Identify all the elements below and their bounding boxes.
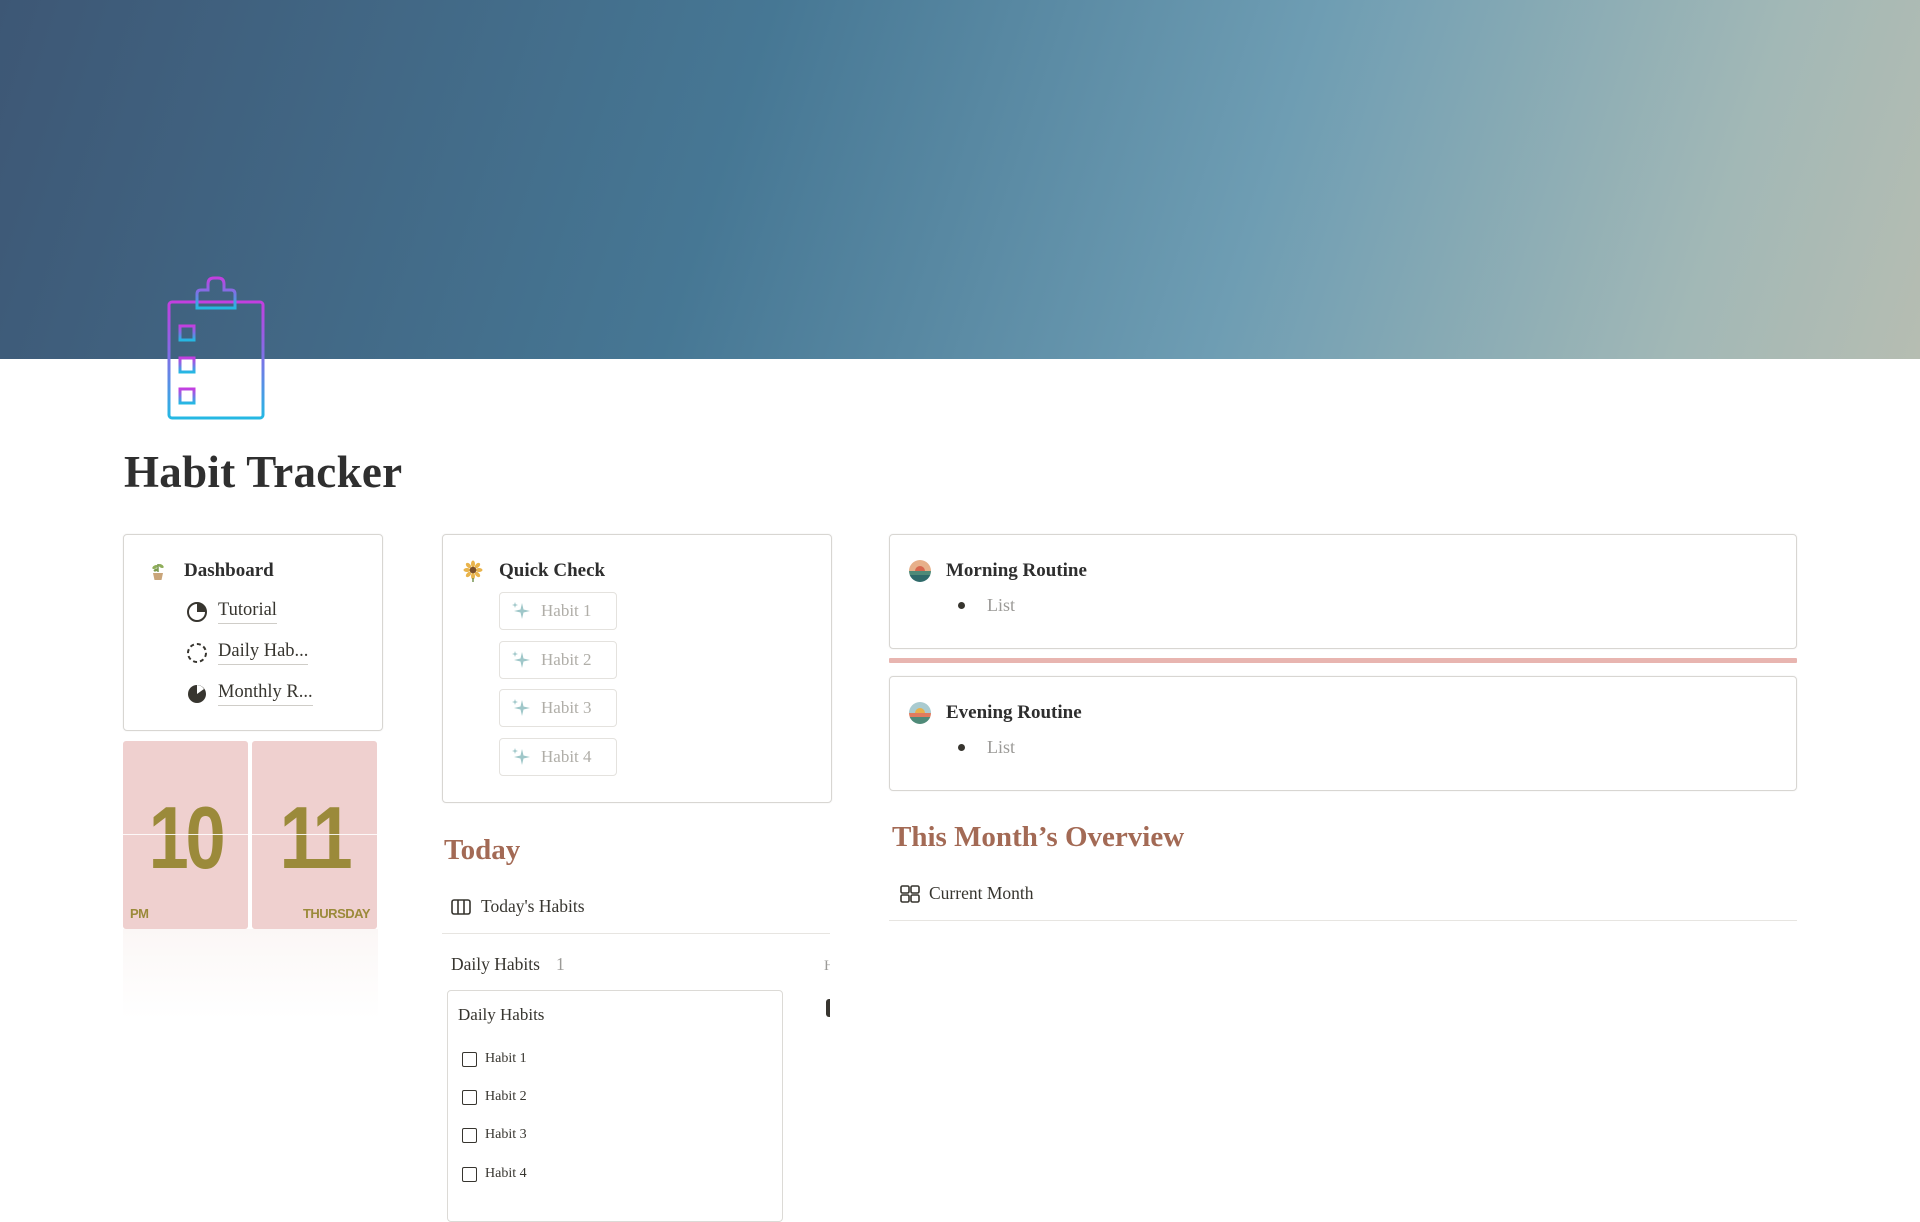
bullet-list-item[interactable]: List xyxy=(958,737,1015,758)
checkbox[interactable] xyxy=(462,1166,477,1182)
quick-check-button-habit-4[interactable]: Habit 4 xyxy=(499,738,617,776)
quick-check-button-label: Habit 1 xyxy=(541,601,592,620)
dashboard-link-daily-habits[interactable]: Daily Hab... xyxy=(186,632,313,673)
view-divider xyxy=(442,933,830,934)
dashboard-title: Dashboard xyxy=(184,560,274,581)
view-divider xyxy=(889,920,1797,921)
morning-routine-card: Morning Routine List xyxy=(889,534,1797,649)
clock-hour-tile: 10 PM xyxy=(123,741,248,929)
next-group-clipped: H xyxy=(824,958,830,974)
habit-label: Habit 2 xyxy=(485,1089,527,1104)
dashboard-link-label: Monthly R... xyxy=(218,682,313,706)
gallery-view-icon xyxy=(900,884,920,903)
dashboard-card: Dashboard Tutorial Daily Hab... Monthly … xyxy=(123,534,383,731)
quick-check-title: Quick Check xyxy=(499,560,606,581)
dashboard-link-monthly-review[interactable]: Monthly R... xyxy=(186,673,313,714)
today-heading: Today xyxy=(444,834,521,866)
bullet-list-item[interactable]: List xyxy=(958,595,1015,616)
bullet-dot xyxy=(958,602,965,609)
sparkle-icon xyxy=(512,748,530,765)
sparkle-icon xyxy=(512,602,530,619)
board-group-header[interactable]: Daily Habits 1 xyxy=(451,954,565,975)
dashboard-link-tutorial[interactable]: Tutorial xyxy=(186,591,313,632)
dashboard-link-label: Daily Hab... xyxy=(218,641,309,665)
sunrise-icon xyxy=(909,560,931,582)
bullet-dot xyxy=(958,744,965,751)
habit-checkbox-row[interactable]: Habit 3 xyxy=(462,1127,527,1143)
page-title: Habit Tracker xyxy=(124,447,403,497)
flip-divider xyxy=(252,834,377,835)
checkbox[interactable] xyxy=(462,1127,477,1143)
view-tab-label: Today's Habits xyxy=(481,896,585,916)
habit-label: Habit 4 xyxy=(485,1166,527,1181)
checkbox[interactable] xyxy=(462,1051,477,1067)
habit-checkbox-row[interactable]: Habit 1 xyxy=(462,1051,527,1067)
quick-check-button-label: Habit 3 xyxy=(541,698,592,717)
board-card-title: Daily Habits xyxy=(458,1005,545,1024)
evening-routine-title: Evening Routine xyxy=(946,702,1082,723)
sunflower-icon xyxy=(463,560,483,582)
next-card-clipped xyxy=(826,999,830,1017)
clock-minute: 11 xyxy=(279,788,353,887)
bullet-text: List xyxy=(987,595,1016,615)
moon-pie-icon xyxy=(188,684,206,703)
habit-label: Habit 3 xyxy=(485,1127,527,1142)
evening-routine-card: Evening Routine List xyxy=(889,676,1797,791)
clock-ampm: PM xyxy=(130,906,149,921)
habit-label: Habit 1 xyxy=(485,1051,527,1066)
quick-check-button-habit-2[interactable]: Habit 2 xyxy=(499,641,617,679)
group-name: Daily Habits xyxy=(451,954,540,974)
morning-routine-title: Morning Routine xyxy=(946,560,1087,581)
dashboard-link-label: Tutorial xyxy=(218,600,277,624)
clock-hour: 10 xyxy=(148,788,226,887)
clock-weekday: THURSDAY xyxy=(302,906,371,921)
overview-heading: This Month’s Overview xyxy=(892,821,1185,853)
sunset-icon xyxy=(909,702,931,724)
board-card-daily-habits[interactable]: Daily Habits Habit 1 Habit 2 Habit 3 Hab… xyxy=(447,990,783,1222)
board-view-icon xyxy=(451,898,471,915)
group-count: 1 xyxy=(555,954,565,974)
sparkle-icon xyxy=(512,699,530,716)
page-cover xyxy=(0,0,1920,359)
flip-divider xyxy=(123,834,248,835)
current-month-view-tab[interactable]: Current Month xyxy=(900,883,1034,904)
bullet-text: List xyxy=(987,737,1016,757)
potted-plant-icon xyxy=(152,563,164,580)
quick-check-card: Quick Check Habit 1 Habit 2 Habit 3 Habi… xyxy=(442,534,832,803)
pie-chart-icon xyxy=(187,601,207,622)
quick-check-button-habit-1[interactable]: Habit 1 xyxy=(499,592,617,630)
habit-checkbox-row[interactable]: Habit 2 xyxy=(462,1089,527,1105)
sparkle-icon xyxy=(512,651,530,668)
clock-minute-tile: 11 THURSDAY xyxy=(252,741,377,929)
pink-divider xyxy=(889,658,1797,663)
clipboard-checklist-icon xyxy=(167,276,265,420)
clock-reflection xyxy=(123,929,378,1019)
checkbox[interactable] xyxy=(462,1089,477,1105)
todays-habits-view-tab[interactable]: Today's Habits xyxy=(451,896,585,917)
quick-check-button-label: Habit 2 xyxy=(541,650,592,669)
quick-check-button-label: Habit 4 xyxy=(541,747,592,766)
dashed-circle-icon xyxy=(187,642,207,663)
habit-checkbox-row[interactable]: Habit 4 xyxy=(462,1166,527,1182)
view-tab-label: Current Month xyxy=(929,883,1034,903)
quick-check-button-habit-3[interactable]: Habit 3 xyxy=(499,689,617,727)
